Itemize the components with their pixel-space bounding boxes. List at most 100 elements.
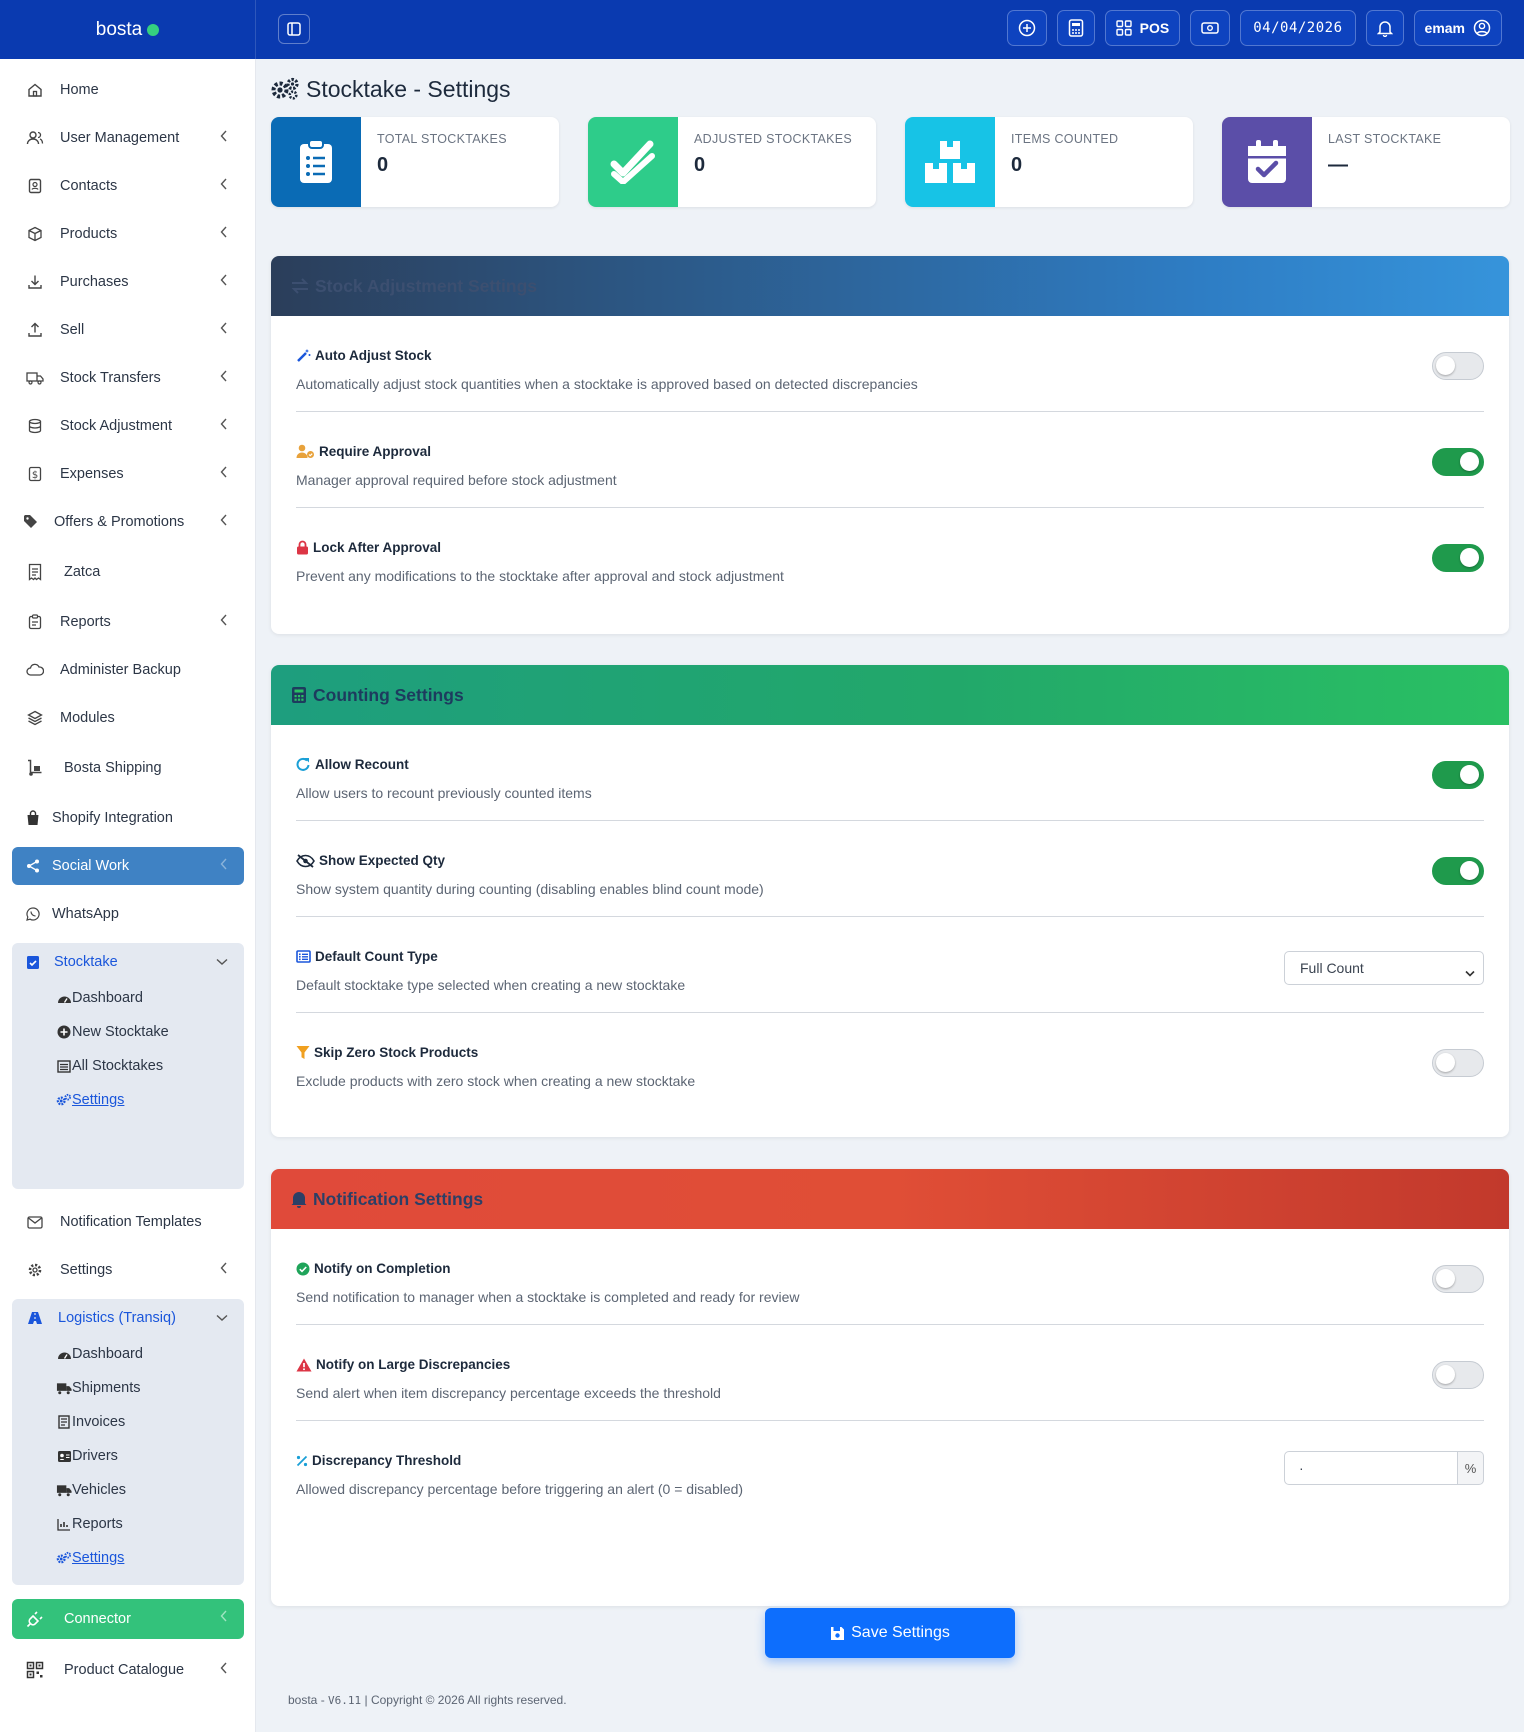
toggle-knob	[1436, 1269, 1455, 1288]
sidebar-item-label: Home	[60, 82, 99, 98]
save-settings-label: Save Settings	[851, 1624, 950, 1641]
sidebar-item-expenses[interactable]: $ Expenses	[12, 455, 244, 493]
sidebar-sub-new-stocktake[interactable]: New Stocktake	[12, 1015, 244, 1049]
sidebar-item-products[interactable]: Products	[12, 215, 244, 253]
sidebar-sub-all-stocktakes[interactable]: All Stocktakes	[12, 1049, 244, 1083]
sidebar-sub-dashboard[interactable]: Dashboard	[12, 981, 244, 1015]
tags-icon	[21, 511, 43, 533]
sidebar-sub-invoices[interactable]: Invoices	[12, 1405, 244, 1439]
eye-slash-icon	[296, 853, 315, 868]
sidebar-group-label: Logistics (Transiq)	[58, 1310, 176, 1326]
sidebar-item-administer-backup[interactable]: Administer Backup	[12, 651, 244, 689]
setting-description: Allow users to recount previously counte…	[296, 785, 592, 801]
list-alt-icon	[296, 950, 311, 963]
sidebar-item-contacts[interactable]: Contacts	[12, 167, 244, 205]
setting-title: Notify on Large Discrepancies	[316, 1357, 511, 1372]
default-count-type-select[interactable]: Full Count	[1284, 951, 1484, 985]
chevron-left-icon	[220, 858, 228, 874]
truck-icon	[56, 1482, 72, 1498]
sidebar-item-notification-templates[interactable]: Notification Templates	[12, 1203, 244, 1241]
sidebar-item-zatca[interactable]: Zatca	[12, 553, 244, 591]
pos-label: POS	[1139, 20, 1170, 36]
top-bar: bosta POS 04/04/2026 emam	[0, 0, 1524, 59]
sidebar-item-stock-adjustment[interactable]: Stock Adjustment	[12, 407, 244, 445]
chevron-left-icon	[220, 274, 228, 290]
setting-row-discrepancy-threshold: Discrepancy Threshold Allowed discrepanc…	[296, 1421, 1484, 1517]
notify-on-large-discrepancies-toggle[interactable]	[1432, 1361, 1484, 1389]
sidebar-sub-reports[interactable]: Reports	[12, 1507, 244, 1541]
skip-zero-stock-toggle[interactable]	[1432, 1049, 1484, 1077]
setting-description: Exclude products with zero stock when cr…	[296, 1073, 696, 1089]
sidebar-item-connector[interactable]: Connector	[12, 1599, 244, 1639]
sidebar-item-sell[interactable]: Sell	[12, 311, 244, 349]
sidebar-item-product-catalogue[interactable]: Product Catalogue	[12, 1651, 244, 1689]
sidebar-sub-dashboard[interactable]: Dashboard	[12, 1337, 244, 1371]
sidebar-item-label: Modules	[60, 710, 115, 726]
require-approval-toggle[interactable]	[1432, 448, 1484, 476]
sidebar-item-logistics[interactable]: Logistics (Transiq)	[12, 1299, 244, 1337]
sidebar-sub-settings[interactable]: Settings	[12, 1541, 244, 1575]
notifications-button[interactable]	[1365, 10, 1404, 46]
sidebar-item-bosta-shipping[interactable]: Bosta Shipping	[12, 749, 244, 787]
percentage-icon	[296, 1455, 308, 1466]
clipboard-check-icon	[22, 951, 44, 973]
sidebar-item-shopify-integration[interactable]: Shopify Integration	[12, 799, 244, 837]
floppy-disk-icon	[831, 1626, 845, 1640]
notify-on-completion-toggle[interactable]	[1432, 1265, 1484, 1293]
stat-value: 0	[694, 154, 706, 176]
gears-icon	[271, 77, 299, 100]
auto-adjust-stock-toggle[interactable]	[1432, 352, 1484, 380]
sidebar-sub-settings[interactable]: Settings	[12, 1083, 244, 1117]
sidebar-sub-shipments[interactable]: Shipments	[12, 1371, 244, 1405]
setting-description: Send alert when item discrepancy percent…	[296, 1385, 721, 1401]
sidebar-item-label: Social Work	[52, 858, 130, 874]
sidebar-item-purchases[interactable]: Purchases	[12, 263, 244, 301]
chevron-left-icon	[220, 614, 228, 630]
download-icon	[24, 271, 46, 293]
lock-after-approval-toggle[interactable]	[1432, 544, 1484, 572]
setting-title: Skip Zero Stock Products	[314, 1045, 479, 1060]
pos-button[interactable]: POS	[1104, 10, 1181, 46]
show-expected-qty-toggle[interactable]	[1432, 857, 1484, 885]
sidebar-item-stocktake[interactable]: Stocktake	[12, 943, 244, 981]
calculator-icon	[1068, 19, 1083, 37]
check-circle-icon	[296, 1262, 310, 1275]
toggle-knob	[1436, 1365, 1455, 1384]
sidebar-item-label: Stock Adjustment	[60, 418, 173, 434]
allow-recount-toggle[interactable]	[1432, 761, 1484, 789]
sidebar-item-social-work[interactable]: Social Work	[12, 847, 244, 885]
sidebar-item-label: Connector	[64, 1611, 131, 1627]
sidebar-item-home[interactable]: Home	[12, 71, 244, 109]
warning-icon	[296, 1358, 312, 1371]
chevron-left-icon	[220, 1662, 228, 1678]
sidebar-item-offers-promotions[interactable]: Offers & Promotions	[12, 503, 244, 541]
sidebar-toggle-button[interactable]	[278, 14, 310, 44]
shipping-fast-icon	[56, 1380, 72, 1396]
save-settings-button[interactable]: Save Settings	[765, 1608, 1015, 1658]
qrcode-icon	[24, 1659, 46, 1681]
add-button[interactable]	[1006, 10, 1047, 46]
user-menu-button[interactable]: emam	[1413, 10, 1502, 46]
calculator-button[interactable]	[1056, 10, 1095, 46]
stat-card-total-stocktakes: TOTAL STOCKTAKES 0	[271, 117, 559, 207]
brand-logo[interactable]: bosta	[0, 0, 256, 59]
sidebar-sub-drivers[interactable]: Drivers	[12, 1439, 244, 1473]
sidebar-item-stock-transfers[interactable]: Stock Transfers	[12, 359, 244, 397]
chevron-down-icon	[216, 954, 228, 970]
cash-register-button[interactable]	[1190, 10, 1231, 46]
chevron-left-icon	[220, 418, 228, 434]
sidebar-item-whatsapp[interactable]: WhatsApp	[12, 895, 244, 933]
sidebar-sub-vehicles[interactable]: Vehicles	[12, 1473, 244, 1507]
setting-description: Show system quantity during counting (di…	[296, 881, 764, 897]
discrepancy-threshold-input[interactable]: ·	[1284, 1451, 1458, 1485]
toggle-knob	[1460, 452, 1479, 471]
online-dot	[147, 23, 160, 36]
sidebar-item-reports[interactable]: Reports	[12, 603, 244, 641]
sidebar-item-settings[interactable]: Settings	[12, 1251, 244, 1289]
sidebar-item-modules[interactable]: Modules	[12, 699, 244, 737]
sidebar-icon	[287, 22, 301, 36]
sidebar-item-user-management[interactable]: User Management	[12, 119, 244, 157]
cloud-icon	[24, 659, 46, 681]
clipboard-icon	[24, 611, 46, 633]
brand-name: bosta	[95, 18, 143, 40]
